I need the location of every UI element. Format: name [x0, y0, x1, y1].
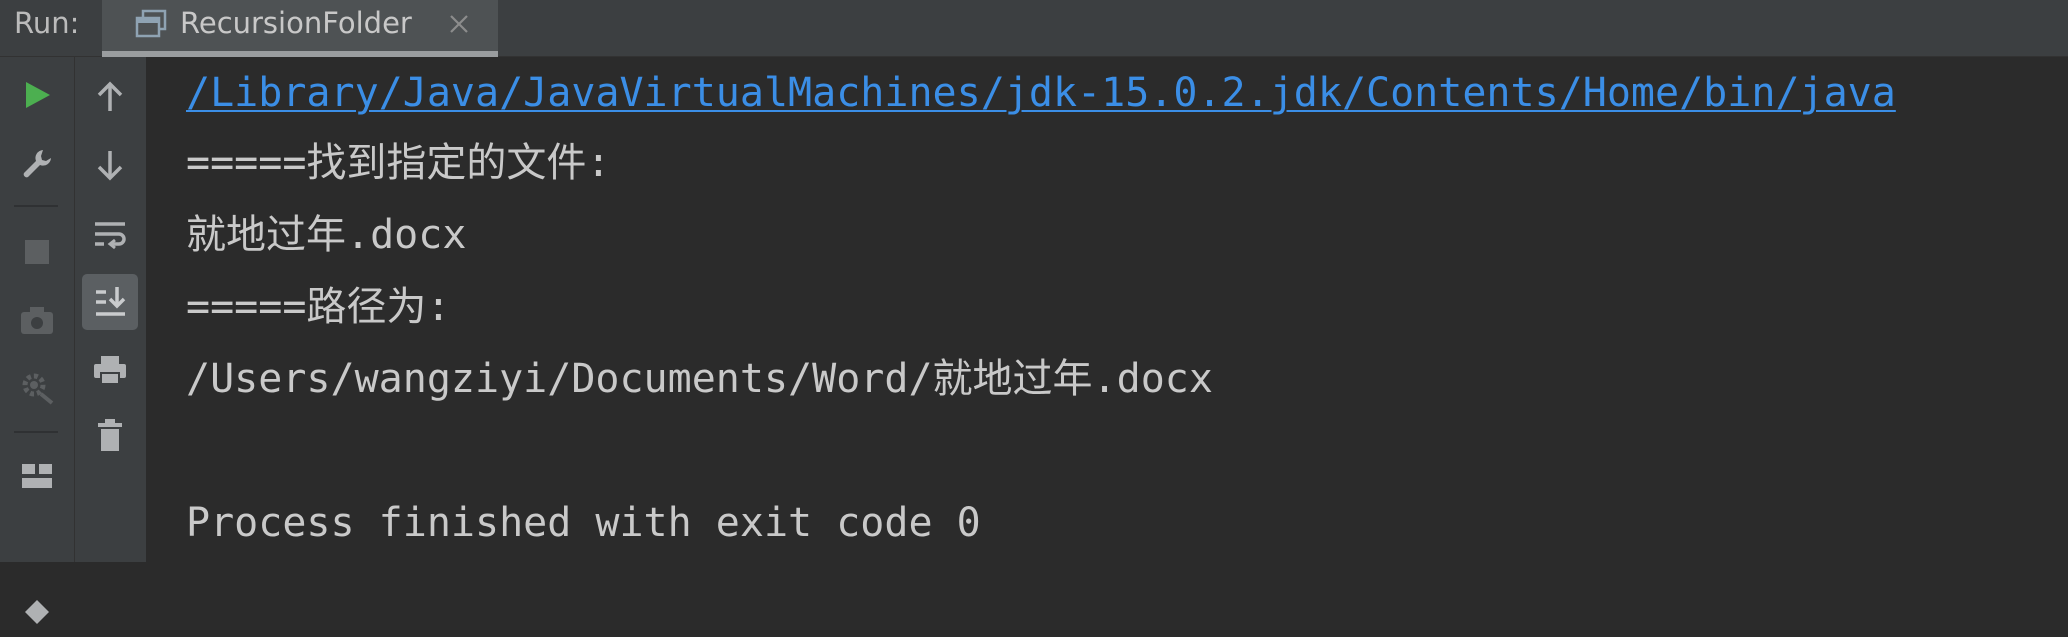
scroll-to-end-icon[interactable] — [85, 277, 135, 327]
console-line: =====路径为: — [186, 284, 451, 330]
tab-recursion-folder[interactable]: RecursionFolder — [102, 0, 498, 57]
console-line-exit-status: Process finished with exit code 0 — [186, 500, 981, 546]
console-line: =====找到指定的文件: — [186, 140, 611, 186]
console-output[interactable]: /Library/Java/JavaVirtualMachines/jdk-15… — [146, 57, 2068, 562]
arrow-down-icon[interactable] — [85, 140, 135, 190]
console-line-java-command[interactable]: /Library/Java/JavaVirtualMachines/jdk-15… — [186, 67, 1896, 119]
toolbar-separator — [14, 205, 58, 207]
print-icon[interactable] — [85, 345, 135, 395]
run-tool-window-header: Run: RecursionFolder — [0, 0, 2068, 57]
close-icon[interactable] — [448, 13, 470, 35]
pin-icon[interactable] — [12, 587, 62, 637]
run-actions-toolbar — [0, 57, 74, 624]
layout-icon[interactable] — [12, 451, 62, 501]
settings-gear-icon[interactable] — [12, 363, 62, 413]
stop-icon[interactable] — [12, 227, 62, 277]
soft-wrap-icon[interactable] — [85, 210, 135, 260]
arrow-up-icon[interactable] — [85, 72, 135, 122]
tab-title: RecursionFolder — [180, 6, 412, 40]
run-label: Run: — [14, 6, 80, 40]
camera-icon[interactable] — [12, 295, 62, 345]
console-window-icon — [135, 9, 167, 38]
trash-icon[interactable] — [85, 410, 135, 460]
run-icon[interactable] — [12, 70, 62, 120]
console-line: /Users/wangziyi/Documents/Word/就地过年.docx — [186, 356, 1213, 402]
console-line: 就地过年.docx — [186, 212, 467, 258]
wrench-icon[interactable] — [12, 139, 62, 189]
toolbar-separator — [14, 431, 58, 433]
